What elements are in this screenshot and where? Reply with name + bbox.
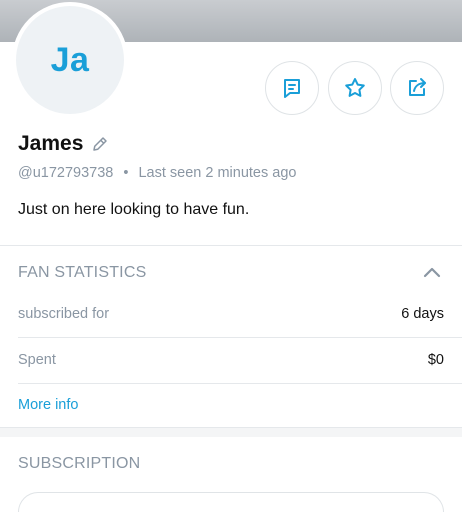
name-row: James xyxy=(18,132,109,156)
profile-bio: Just on here looking to have fun. xyxy=(18,201,250,218)
subscription-title: SUBSCRIPTION xyxy=(18,455,141,472)
pencil-icon[interactable] xyxy=(91,135,109,153)
favorite-button[interactable] xyxy=(328,61,382,115)
section-gap xyxy=(0,427,462,437)
star-icon xyxy=(345,78,365,97)
row-divider xyxy=(18,383,462,384)
stat-label-spent: Spent xyxy=(18,352,56,368)
profile-name: James xyxy=(18,132,84,155)
profile-handle: @u172793738 xyxy=(18,165,114,181)
avatar-initials: Ja xyxy=(50,40,90,79)
stat-label-subscribed: subscribed for xyxy=(18,306,110,322)
avatar[interactable]: Ja xyxy=(12,2,128,118)
section-divider xyxy=(0,245,462,246)
share-icon xyxy=(409,78,426,96)
last-seen: Last seen 2 minutes ago xyxy=(138,165,297,181)
more-info-link[interactable]: More info xyxy=(18,397,78,413)
profile-meta: @u172793738 • Last seen 2 minutes ago xyxy=(18,165,296,181)
fan-statistics-title: FAN STATISTICS xyxy=(18,264,147,281)
share-button[interactable] xyxy=(390,61,444,115)
subscription-card[interactable] xyxy=(18,492,444,512)
stat-value-subscribed: 6 days xyxy=(401,306,444,322)
stat-value-spent: $0 xyxy=(427,352,444,368)
meta-separator: • xyxy=(123,165,129,181)
row-divider xyxy=(18,337,462,338)
message-icon xyxy=(284,79,300,98)
chevron-up-icon[interactable] xyxy=(422,265,442,279)
message-button[interactable] xyxy=(265,61,319,115)
